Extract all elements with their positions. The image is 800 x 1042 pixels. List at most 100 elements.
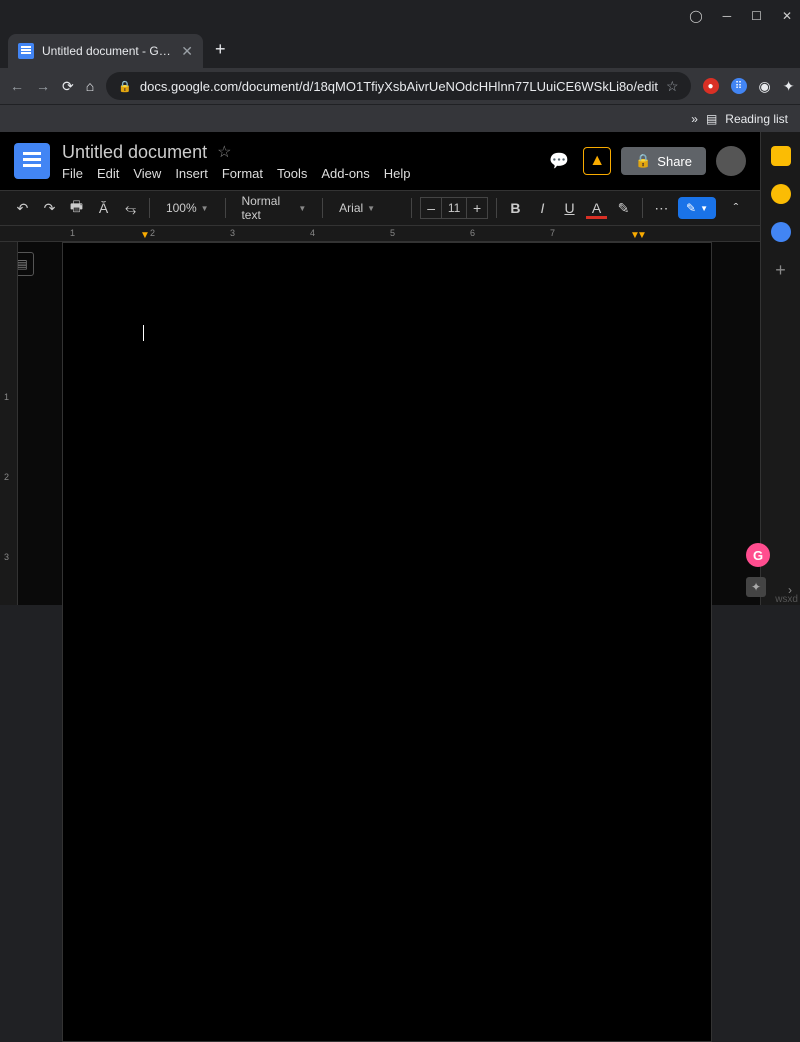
comments-icon[interactable]: 💬 <box>545 147 573 175</box>
url-text: docs.google.com/document/d/18qMO1TfiyXsb… <box>140 79 658 94</box>
menu-bar: File Edit View Insert Format Tools Add-o… <box>62 166 533 181</box>
font-size-control: – 11 + <box>420 197 488 219</box>
vertical-ruler[interactable]: 1 2 3 <box>0 242 18 605</box>
doc-title-area: Untitled document ☆ File Edit View Inser… <box>62 142 533 181</box>
add-addon-button[interactable]: + <box>771 260 791 280</box>
font-dropdown[interactable]: Arial▼ <box>331 197 403 219</box>
extensions-puzzle-icon[interactable]: ✦ <box>783 78 795 95</box>
home-button[interactable]: ⌂ <box>86 78 94 94</box>
browser-tabstrip: Untitled document - Google Doc ✕ + <box>0 32 800 68</box>
browser-tab[interactable]: Untitled document - Google Doc ✕ <box>8 34 203 68</box>
google-side-panel: + <box>760 132 800 605</box>
zoom-dropdown[interactable]: 100%▼ <box>158 197 217 219</box>
translate-extension-icon[interactable]: ⠿ <box>731 78 747 94</box>
menu-format[interactable]: Format <box>222 166 263 181</box>
ruler-mark: 6 <box>470 228 475 238</box>
menu-addons[interactable]: Add-ons <box>321 166 369 181</box>
separator <box>642 198 643 218</box>
menu-file[interactable]: File <box>62 166 83 181</box>
reload-button[interactable]: ⟳ <box>62 78 74 95</box>
docs-application: Untitled document ☆ File Edit View Inser… <box>0 132 760 605</box>
calendar-app-icon[interactable] <box>771 146 791 166</box>
font-size-input[interactable]: 11 <box>441 198 467 218</box>
user-avatar[interactable] <box>716 146 746 176</box>
bookmarks-bar: » ▤ Reading list <box>0 104 800 132</box>
menu-view[interactable]: View <box>133 166 161 181</box>
url-bar[interactable]: 🔒 docs.google.com/document/d/18qMO1TfiyX… <box>106 72 690 100</box>
indent-marker-icon[interactable]: ▼ <box>637 230 647 241</box>
ruler-mark: 5 <box>390 228 395 238</box>
bookmark-star-icon[interactable]: ☆ <box>666 78 679 95</box>
redo-button[interactable]: ↷ <box>39 200 60 217</box>
ruler-mark: 2 <box>150 228 155 238</box>
present-button[interactable]: ▲ <box>583 147 611 175</box>
paint-format-button[interactable]: ⥃ <box>120 200 141 217</box>
menu-help[interactable]: Help <box>384 166 411 181</box>
decrease-font-button[interactable]: – <box>421 200 441 216</box>
editing-mode-button[interactable]: ✎ ▼ <box>678 197 716 219</box>
browser-address-bar: ← → ⟳ ⌂ 🔒 docs.google.com/document/d/18q… <box>0 68 800 104</box>
reading-list-icon[interactable]: ▤ <box>706 112 717 126</box>
separator <box>322 198 323 218</box>
tasks-app-icon[interactable] <box>771 222 791 242</box>
explore-button[interactable]: ✦ <box>746 577 766 597</box>
menu-edit[interactable]: Edit <box>97 166 119 181</box>
tab-title: Untitled document - Google Doc <box>42 44 173 58</box>
bookmarks-overflow-icon[interactable]: » <box>691 112 698 126</box>
highlight-button[interactable]: ✎ <box>613 200 634 217</box>
bold-button[interactable]: B <box>505 200 526 216</box>
docs-logo-icon[interactable] <box>14 143 50 179</box>
separator <box>496 198 497 218</box>
formatting-toolbar: ↶ ↷ 🖶 Ă ⥃ 100%▼ Normal text▼ Arial▼ – 11… <box>0 190 760 226</box>
separator <box>225 198 226 218</box>
ruler-mark: 4 <box>310 228 315 238</box>
new-tab-button[interactable]: + <box>215 39 226 60</box>
extensions-area: ● ⠿ ◉ ✦ ☺ ⋮ <box>703 78 800 95</box>
lock-icon: 🔒 <box>118 80 132 93</box>
document-title[interactable]: Untitled document <box>62 142 207 163</box>
window-titlebar: ◯ ─ ☐ ✕ <box>0 0 800 32</box>
separator <box>411 198 412 218</box>
text-color-button[interactable]: A <box>586 200 607 216</box>
lock-share-icon: 🔒 <box>635 153 651 169</box>
underline-button[interactable]: U <box>559 200 580 216</box>
document-page[interactable] <box>62 242 712 1042</box>
italic-button[interactable]: I <box>532 200 553 216</box>
menu-insert[interactable]: Insert <box>175 166 208 181</box>
ruler-mark: 1 <box>70 228 75 238</box>
undo-button[interactable]: ↶ <box>12 200 33 217</box>
menu-tools[interactable]: Tools <box>277 166 307 181</box>
vruler-mark: 1 <box>4 392 9 402</box>
docs-header: Untitled document ☆ File Edit View Inser… <box>0 132 760 190</box>
star-document-icon[interactable]: ☆ <box>217 142 231 162</box>
docs-favicon-icon <box>18 43 34 59</box>
watermark: wsxd <box>775 594 798 605</box>
forward-button[interactable]: → <box>36 78 50 94</box>
minimize-button[interactable]: ─ <box>723 9 732 23</box>
horizontal-ruler[interactable]: ▼ 1 2 3 4 5 6 7 ▼ ▼ <box>0 226 760 242</box>
text-cursor <box>143 325 144 341</box>
more-tools-button[interactable]: ⋯ <box>651 200 672 217</box>
indent-marker-icon[interactable]: ▼ <box>140 230 150 241</box>
paragraph-style-dropdown[interactable]: Normal text▼ <box>233 190 314 226</box>
circle-icon[interactable]: ◯ <box>689 9 702 23</box>
tab-close-icon[interactable]: ✕ <box>181 43 193 60</box>
collapse-toolbar-button[interactable]: ˆ <box>724 200 748 216</box>
vruler-mark: 3 <box>4 552 9 562</box>
keep-app-icon[interactable] <box>771 184 791 204</box>
document-canvas: ▤ 1 2 3 <box>0 242 760 605</box>
maximize-button[interactable]: ☐ <box>751 9 762 23</box>
extension-icon[interactable]: ● <box>703 78 719 94</box>
spellcheck-button[interactable]: Ă <box>93 200 114 216</box>
notification-icon[interactable]: ◉ <box>759 78 771 95</box>
increase-font-button[interactable]: + <box>467 200 487 216</box>
reading-list-button[interactable]: Reading list <box>725 112 788 126</box>
back-button[interactable]: ← <box>10 78 24 94</box>
grammarly-icon[interactable]: G <box>746 543 770 567</box>
header-actions: 💬 ▲ 🔒 Share <box>545 146 746 176</box>
close-button[interactable]: ✕ <box>782 9 792 23</box>
ruler-mark: 3 <box>230 228 235 238</box>
share-button[interactable]: 🔒 Share <box>621 147 706 175</box>
print-button[interactable]: 🖶 <box>66 196 87 220</box>
vruler-mark: 2 <box>4 472 9 482</box>
